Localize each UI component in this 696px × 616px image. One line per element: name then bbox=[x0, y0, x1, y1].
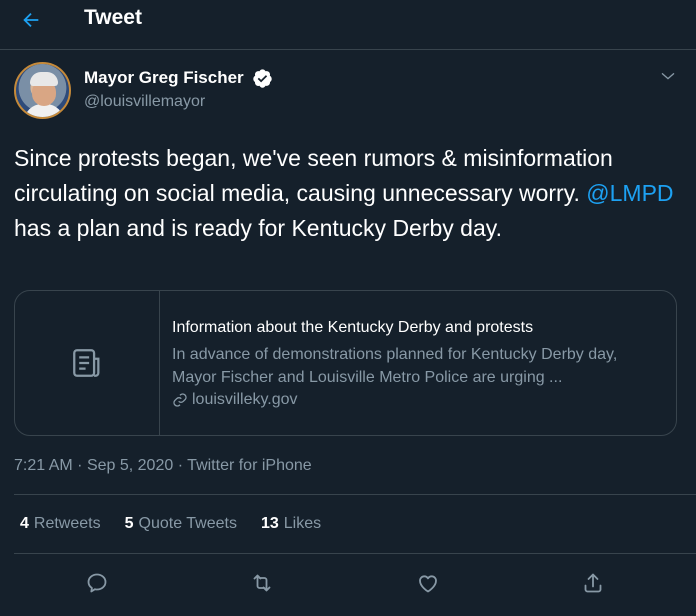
top-bar: Tweet bbox=[0, 0, 696, 50]
retweet-button[interactable] bbox=[245, 566, 279, 600]
retweets-count: 4 bbox=[20, 515, 29, 532]
link-preview-card[interactable]: Information about the Kentucky Derby and… bbox=[14, 290, 677, 436]
article-icon bbox=[73, 349, 100, 377]
like-icon bbox=[419, 575, 437, 593]
tweet-time[interactable]: 7:21 AM bbox=[14, 457, 73, 474]
author-name[interactable]: Mayor Greg Fischer bbox=[84, 68, 244, 88]
mention-link[interactable]: @LMPD bbox=[586, 180, 673, 206]
likes-stat[interactable]: 13 Likes bbox=[261, 515, 321, 533]
share-button[interactable] bbox=[576, 566, 610, 600]
meta-separator: · bbox=[177, 457, 184, 474]
retweet-icon bbox=[253, 574, 271, 592]
tweet-text: Since protests began, we've seen rumors … bbox=[14, 141, 674, 246]
likes-count: 13 bbox=[260, 515, 279, 532]
tweet-date[interactable]: Sep 5, 2020 bbox=[87, 457, 173, 474]
quotes-count: 5 bbox=[124, 515, 134, 532]
retweets-label: Retweets bbox=[33, 515, 101, 532]
share-icon bbox=[584, 573, 602, 593]
meta-separator: · bbox=[77, 457, 83, 474]
tweet-meta: 7:21 AM · Sep 5, 2020 · Twitter for iPho… bbox=[14, 457, 312, 475]
reply-icon bbox=[87, 573, 107, 593]
page-title: Tweet bbox=[84, 6, 142, 29]
verified-badge-icon bbox=[253, 69, 272, 88]
divider bbox=[14, 494, 696, 495]
tweet-source[interactable]: Twitter for iPhone bbox=[187, 457, 312, 474]
retweets-stat[interactable]: 4 Retweets bbox=[20, 515, 101, 533]
card-title: Information about the Kentucky Derby and… bbox=[172, 319, 534, 336]
card-description: In advance of demonstrations planned for… bbox=[172, 346, 618, 386]
avatar[interactable] bbox=[14, 62, 71, 119]
reply-button[interactable] bbox=[80, 566, 114, 600]
back-button[interactable] bbox=[10, 4, 52, 36]
card-domain: louisvilleky.gov bbox=[172, 391, 298, 409]
divider bbox=[14, 553, 696, 554]
quote-tweets-stat[interactable]: 5 Quote Tweets bbox=[125, 515, 237, 533]
engagement-stats: 4 Retweets 5 Quote Tweets 13 Likes bbox=[20, 515, 345, 533]
likes-label: Likes bbox=[283, 515, 322, 532]
action-bar bbox=[0, 566, 696, 600]
like-button[interactable] bbox=[411, 566, 445, 600]
card-thumbnail bbox=[15, 291, 160, 435]
tweet-text-part: Since protests began, we've seen rumors … bbox=[14, 145, 613, 206]
tweet-text-part: has a plan and is ready for Kentucky Der… bbox=[14, 215, 502, 241]
link-icon bbox=[173, 393, 187, 407]
back-arrow-icon bbox=[23, 12, 39, 28]
chevron-down-icon bbox=[661, 72, 675, 80]
card-domain-text: louisvilleky.gov bbox=[192, 391, 298, 408]
author-handle[interactable]: @louisvillemayor bbox=[84, 93, 205, 111]
quotes-label: Quote Tweets bbox=[138, 515, 237, 532]
more-options-button[interactable] bbox=[656, 66, 680, 86]
